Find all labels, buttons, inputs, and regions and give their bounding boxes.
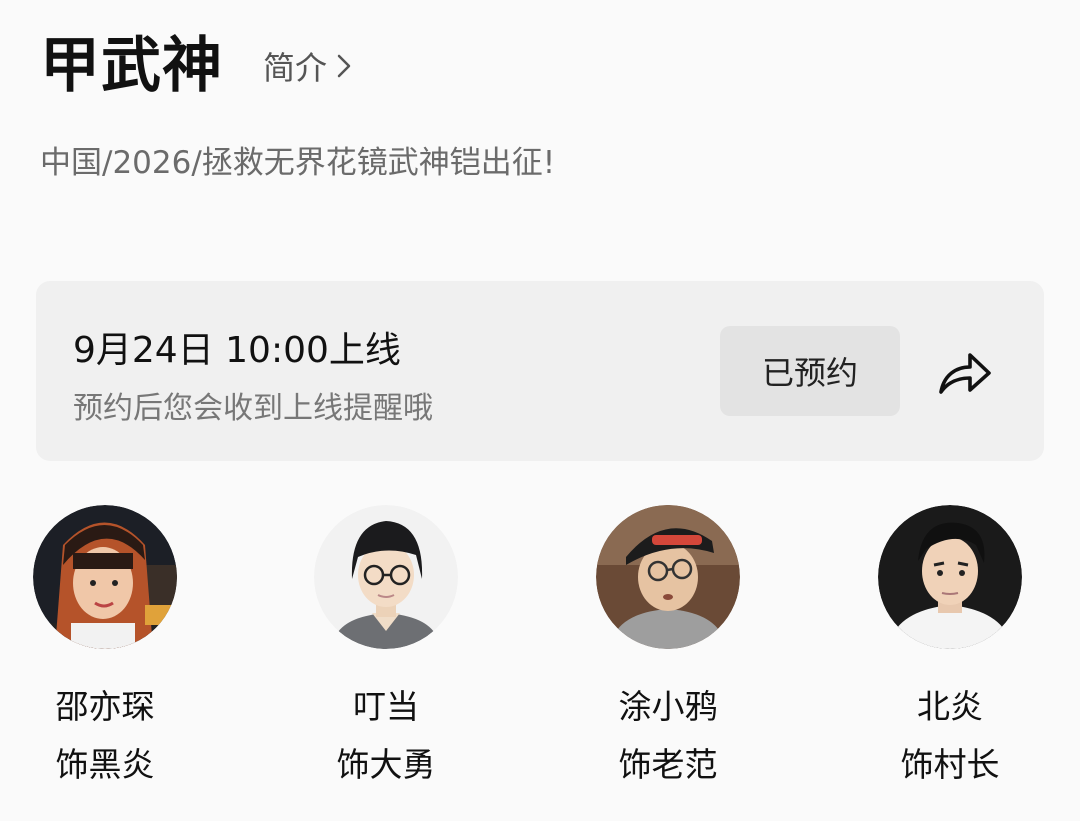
avatar [596,505,740,649]
subtitle: 中国/2026/拯救无界花镜武神铠出征! [40,145,556,181]
cast-member[interactable]: 北炎 饰村长 [840,505,1060,787]
page-title: 甲武神 [40,31,223,101]
title-row: 甲武神 简介 [40,28,351,104]
intro-link[interactable]: 简介 [263,43,351,89]
share-icon [939,353,991,394]
share-button[interactable] [932,339,998,405]
role-name: 饰黑炎 [55,745,155,784]
cast-member[interactable]: 涂小鸦 饰老范 [558,505,778,787]
cast-list: 邵亦琛 饰黑炎 叮当 饰大勇 涂小鸦 饰老范 北炎 饰村长 [0,505,1080,805]
cast-member[interactable]: 邵亦琛 饰黑炎 [0,505,215,787]
cast-member[interactable]: 叮当 饰大勇 [276,505,496,787]
avatar [314,505,458,649]
role-name: 饰大勇 [336,745,436,784]
chevron-right-icon [337,54,351,78]
actor-name: 北炎 [917,687,983,726]
avatar [878,505,1022,649]
intro-label: 简介 [263,49,328,87]
avatar [33,505,177,649]
role-name: 饰老范 [618,745,718,784]
reserved-button[interactable]: 已预约 [720,326,900,416]
release-card: 9月24日 10:00上线 预约后您会收到上线提醒哦 已预约 [36,281,1044,461]
release-hint: 预约后您会收到上线提醒哦 [73,391,433,426]
release-time: 9月24日 10:00上线 [73,330,401,371]
actor-name: 邵亦琛 [55,687,155,726]
role-name: 饰村长 [900,745,1000,784]
actor-name: 涂小鸦 [618,687,718,726]
actor-name: 叮当 [353,687,419,726]
